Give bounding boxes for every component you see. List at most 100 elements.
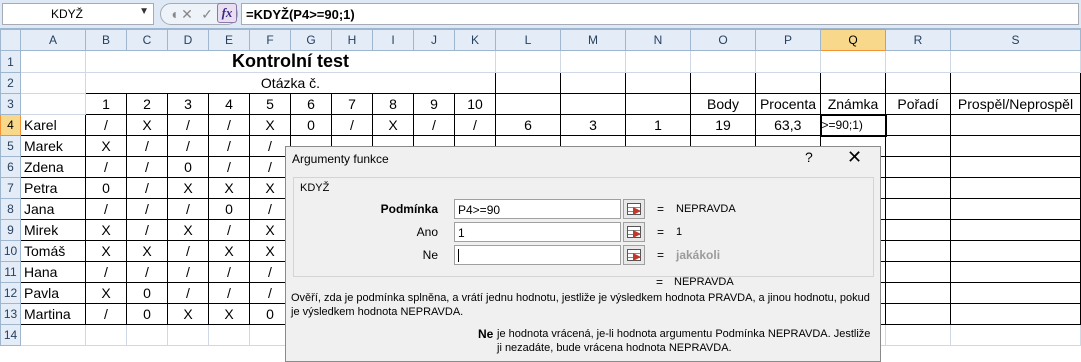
cell[interactable] — [625, 93, 691, 115]
answer-cell[interactable]: X — [85, 219, 127, 241]
student-name[interactable]: Hana — [20, 261, 86, 283]
answer-cell[interactable]: X — [208, 240, 250, 262]
answer-cell[interactable]: / — [208, 219, 250, 241]
answer-cell[interactable]: / — [126, 198, 168, 220]
student-name[interactable]: Marek — [20, 135, 86, 157]
answer-cell[interactable]: X — [208, 303, 250, 325]
cell[interactable] — [20, 50, 86, 73]
answer-cell[interactable]: / — [454, 114, 496, 136]
question-number[interactable]: 6 — [290, 93, 332, 115]
column-header[interactable]: A — [20, 29, 86, 51]
cell[interactable] — [625, 72, 691, 94]
row-header[interactable]: 8 — [0, 198, 21, 220]
question-number[interactable]: 4 — [208, 93, 250, 115]
answer-cell[interactable]: 0 — [290, 114, 332, 136]
answer-cell[interactable]: X — [126, 114, 168, 136]
cell[interactable] — [950, 198, 1081, 220]
answer-cell[interactable]: / — [126, 261, 168, 283]
column-header[interactable]: C — [126, 29, 168, 51]
cell[interactable] — [167, 324, 209, 346]
cell[interactable] — [690, 72, 756, 94]
cell[interactable] — [885, 114, 951, 136]
question-number[interactable]: 3 — [167, 93, 209, 115]
student-name[interactable]: Martina — [20, 303, 86, 325]
cell[interactable] — [560, 93, 626, 115]
cell[interactable] — [820, 50, 886, 73]
cell[interactable] — [885, 177, 951, 199]
question-number[interactable]: 2 — [126, 93, 168, 115]
question-number[interactable]: 10 — [454, 93, 496, 115]
question-number[interactable]: 5 — [249, 93, 291, 115]
answer-cell[interactable]: X — [372, 114, 414, 136]
cell[interactable] — [20, 72, 86, 94]
help-button[interactable]: ? — [805, 149, 813, 165]
arg-input-podminka[interactable]: P4>=90 — [454, 199, 621, 219]
answer-cell[interactable]: X — [126, 240, 168, 262]
row-header[interactable]: 12 — [0, 282, 21, 304]
student-name[interactable]: Tomáš — [20, 240, 86, 262]
collapse-dialog-button[interactable] — [623, 245, 645, 265]
cell[interactable] — [126, 324, 168, 346]
cell[interactable] — [208, 324, 250, 346]
answer-cell[interactable]: / — [85, 156, 127, 178]
column-header[interactable]: O — [690, 29, 756, 51]
student-name[interactable]: Pavla — [20, 282, 86, 304]
cell[interactable] — [950, 219, 1081, 241]
cell[interactable] — [885, 50, 951, 73]
answer-cell[interactable]: X — [167, 219, 209, 241]
cell[interactable] — [560, 50, 626, 73]
answer-cell[interactable]: X — [208, 177, 250, 199]
student-name[interactable]: Karel — [20, 114, 86, 136]
row-header[interactable]: 14 — [0, 324, 21, 346]
answer-cell[interactable]: / — [208, 261, 250, 283]
student-name[interactable]: Zdena — [20, 156, 86, 178]
cell[interactable] — [950, 72, 1081, 94]
column-header[interactable]: J — [413, 29, 455, 51]
row-header[interactable]: 7 — [0, 177, 21, 199]
column-header[interactable]: B — [85, 29, 127, 51]
formula-input[interactable]: =KDYŽ(P4>=90;1) — [241, 3, 1079, 25]
answer-cell[interactable]: / — [126, 219, 168, 241]
column-header[interactable]: L — [495, 29, 561, 51]
answer-cell[interactable]: / — [331, 114, 373, 136]
cell[interactable] — [950, 240, 1081, 262]
cell[interactable] — [885, 261, 951, 283]
answer-cell[interactable]: X — [167, 303, 209, 325]
answer-cell[interactable]: / — [85, 198, 127, 220]
row-header[interactable]: 10 — [0, 240, 21, 262]
question-number[interactable]: 7 — [331, 93, 373, 115]
row-header[interactable]: 4 — [0, 114, 21, 136]
cancel-icon[interactable]: ✕ — [178, 5, 196, 23]
cell[interactable] — [625, 50, 691, 73]
cell[interactable] — [885, 240, 951, 262]
cell[interactable] — [950, 324, 1081, 346]
cell[interactable] — [885, 219, 951, 241]
column-header[interactable]: H — [331, 29, 373, 51]
answer-cell[interactable]: / — [208, 282, 250, 304]
column-header[interactable]: F — [249, 29, 291, 51]
cell[interactable] — [85, 324, 127, 346]
answer-cell[interactable]: / — [167, 282, 209, 304]
cell[interactable]: 6 — [495, 114, 561, 136]
cell[interactable] — [950, 303, 1081, 325]
answer-cell[interactable]: 0 — [126, 282, 168, 304]
row-header[interactable]: 9 — [0, 219, 21, 241]
answer-cell[interactable]: 0 — [126, 303, 168, 325]
answer-cell[interactable]: / — [167, 240, 209, 262]
answer-cell[interactable]: / — [413, 114, 455, 136]
cell[interactable] — [950, 282, 1081, 304]
cell[interactable] — [885, 282, 951, 304]
student-name[interactable]: Petra — [20, 177, 86, 199]
cell[interactable] — [495, 93, 561, 115]
row-header[interactable]: 2 — [0, 72, 21, 94]
active-cell[interactable]: >=90;1) — [819, 113, 887, 137]
cell[interactable] — [820, 72, 886, 94]
enter-icon[interactable]: ✓ — [198, 5, 216, 23]
collapse-dialog-button[interactable] — [623, 222, 645, 242]
column-header[interactable]: N — [625, 29, 691, 51]
select-all-corner[interactable] — [0, 29, 21, 51]
answer-cell[interactable]: / — [126, 156, 168, 178]
cell[interactable] — [885, 156, 951, 178]
column-header[interactable]: S — [950, 29, 1081, 51]
cell[interactable] — [950, 156, 1081, 178]
